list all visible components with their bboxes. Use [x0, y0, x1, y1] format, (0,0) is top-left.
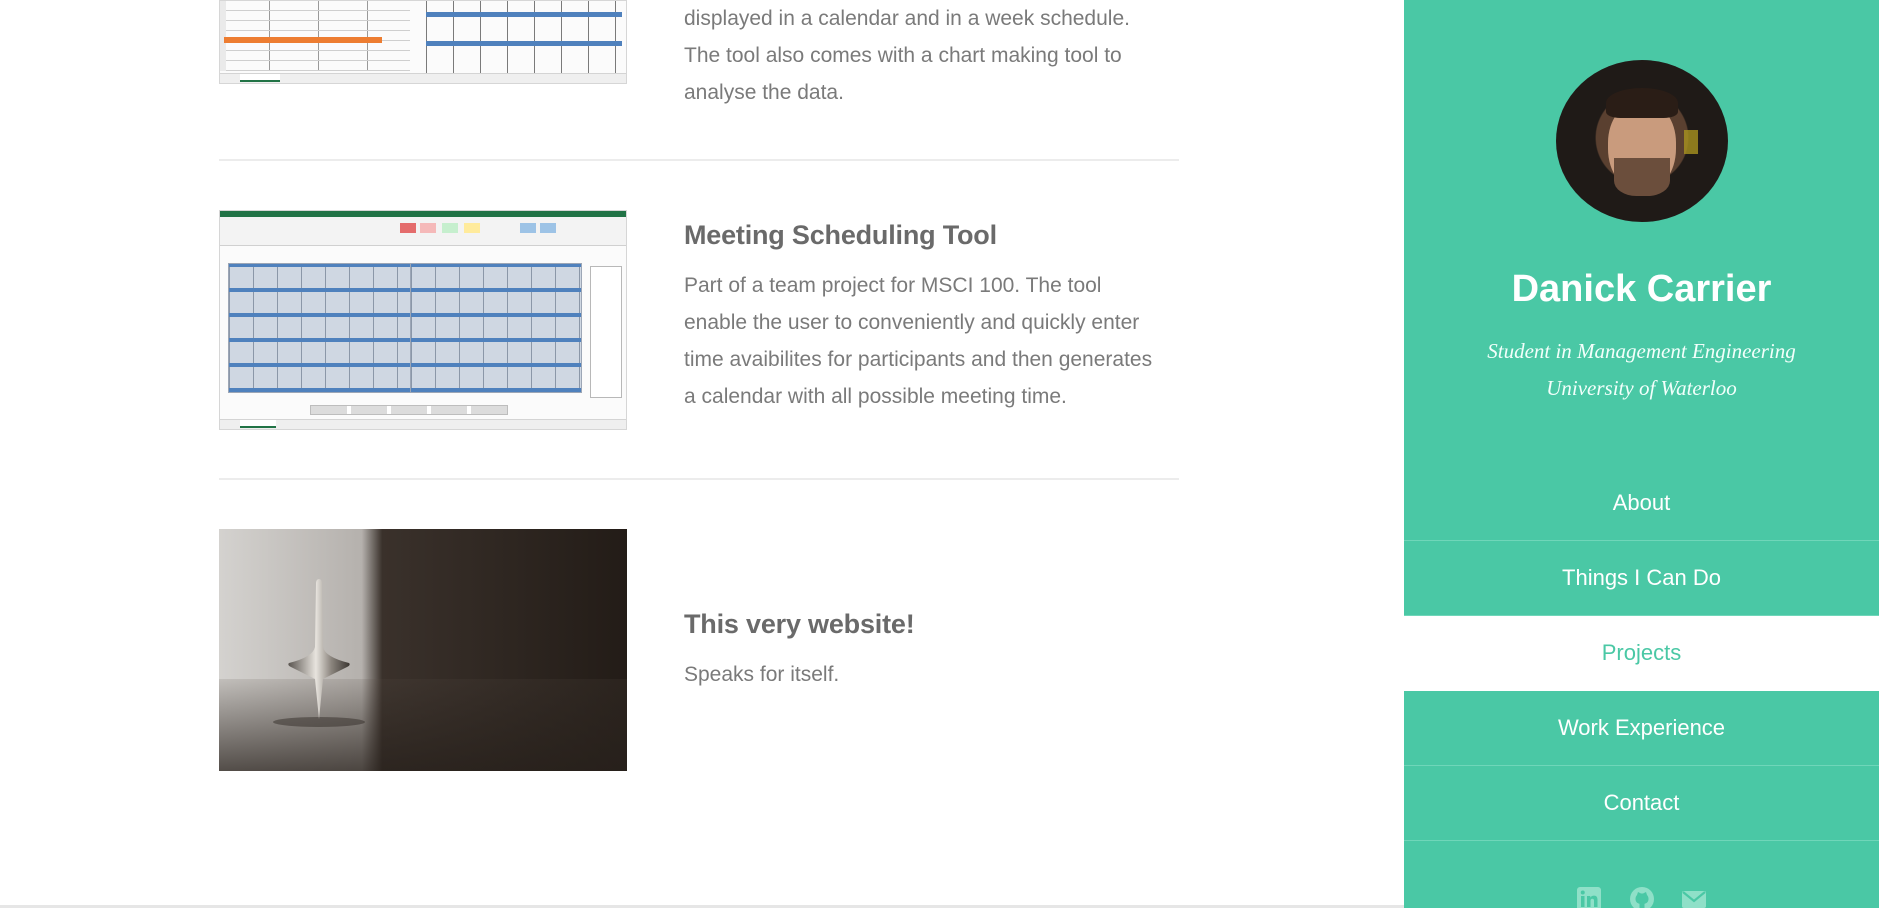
- linkedin-icon[interactable]: [1576, 886, 1602, 908]
- project-item: displayed in a calendar and in a week sc…: [219, 0, 1179, 160]
- project-item: This very website! Speaks for itself.: [219, 529, 1179, 771]
- sidebar-nav: About Things I Can Do Projects Work Expe…: [1404, 466, 1879, 841]
- nav-item-things-i-can-do[interactable]: Things I Can Do: [1404, 541, 1879, 616]
- divider: [219, 159, 1179, 161]
- nav-item-projects[interactable]: Projects: [1404, 616, 1879, 691]
- profile-subtitle: Student in Management Engineering Univer…: [1404, 333, 1879, 407]
- profile-school: University of Waterloo: [1546, 376, 1737, 400]
- project-text: displayed in a calendar and in a week sc…: [684, 0, 1164, 111]
- project-thumbnail-spreadsheet: [219, 0, 627, 84]
- nav-item-work-experience[interactable]: Work Experience: [1404, 691, 1879, 766]
- profile-role: Student in Management Engineering: [1487, 339, 1796, 363]
- sidebar: Danick Carrier Student in Management Eng…: [1404, 0, 1879, 908]
- divider: [219, 478, 1179, 480]
- email-icon[interactable]: [1681, 886, 1707, 908]
- project-description: displayed in a calendar and in a week sc…: [684, 7, 1130, 104]
- github-icon[interactable]: [1629, 886, 1655, 908]
- project-description: Part of a team project for MSCI 100. The…: [684, 274, 1153, 408]
- project-title: This very website!: [684, 609, 915, 639]
- project-text: Meeting Scheduling Tool Part of a team p…: [684, 220, 1164, 415]
- profile-name: Danick Carrier: [1511, 268, 1772, 310]
- spinning-top-icon: [273, 579, 365, 727]
- project-thumbnail-spinning-top: [219, 529, 627, 771]
- project-title: Meeting Scheduling Tool: [684, 220, 997, 250]
- project-thumbnail-spreadsheet: [219, 210, 627, 430]
- project-item: Meeting Scheduling Tool Part of a team p…: [219, 210, 1179, 430]
- project-description: Speaks for itself.: [684, 663, 840, 686]
- projects-section: displayed in a calendar and in a week sc…: [0, 0, 1404, 908]
- avatar: [1556, 60, 1728, 222]
- nav-item-about[interactable]: About: [1404, 466, 1879, 541]
- nav-item-contact[interactable]: Contact: [1404, 766, 1879, 841]
- social-links: [1404, 886, 1879, 908]
- project-text: This very website! Speaks for itself.: [684, 609, 1164, 693]
